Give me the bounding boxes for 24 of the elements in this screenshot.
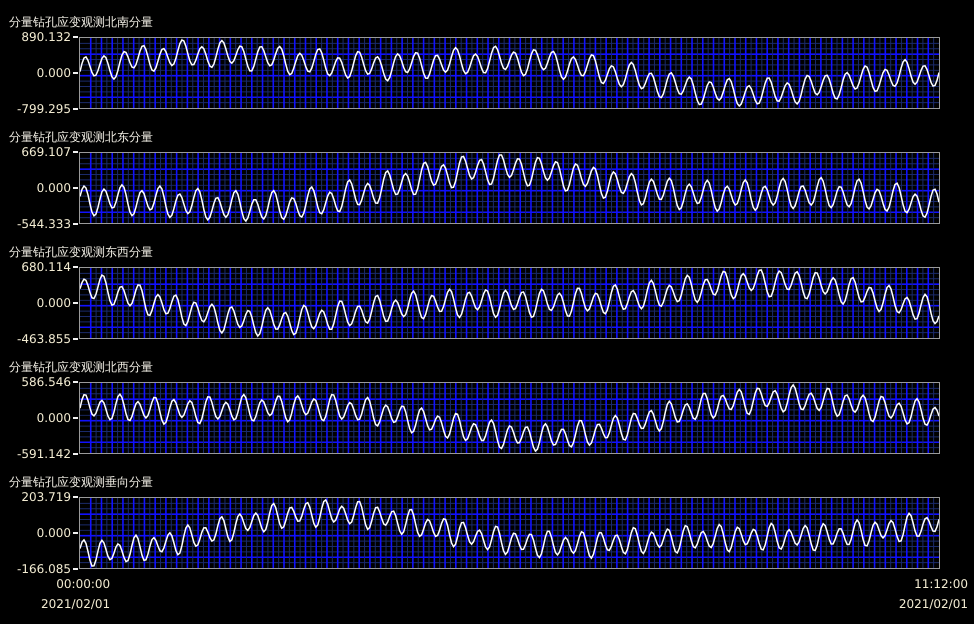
y-axis-label: 586.546 <box>21 375 71 389</box>
y-axis-label: 0.000 <box>36 526 71 540</box>
chart-title: 分量钻孔应变观测东西分量 <box>9 245 153 259</box>
y-axis-label: -799.295 <box>17 102 71 116</box>
y-axis-label: 680.114 <box>21 260 71 274</box>
y-axis-label: 669.107 <box>21 145 71 159</box>
y-axis-label: -463.855 <box>17 332 71 346</box>
y-axis-label: 0.000 <box>36 411 71 425</box>
x-axis-date: 2021/02/01 <box>41 597 110 611</box>
x-axis-date: 2021/02/01 <box>898 597 968 611</box>
chart-title: 分量钻孔应变观测北东分量 <box>9 130 153 144</box>
chart-title: 分量钻孔应变观测北西分量 <box>9 360 153 374</box>
y-axis-label: -166.085 <box>17 562 71 576</box>
chart-title: 分量钻孔应变观测垂向分量 <box>9 475 153 489</box>
chart-title: 分量钻孔应变观测北南分量 <box>9 15 153 29</box>
y-axis-label: 0.000 <box>36 296 71 310</box>
y-axis-label: 203.719 <box>21 490 71 504</box>
y-axis-label: -591.142 <box>17 447 71 461</box>
x-axis-time: 00:00:00 <box>56 577 110 591</box>
x-axis-time: 11:12:00 <box>914 577 968 591</box>
y-axis-label: 890.132 <box>21 30 71 44</box>
y-axis-label: 0.000 <box>36 181 71 195</box>
y-axis-label: 0.000 <box>36 66 71 80</box>
y-axis-label: -544.333 <box>17 217 71 231</box>
